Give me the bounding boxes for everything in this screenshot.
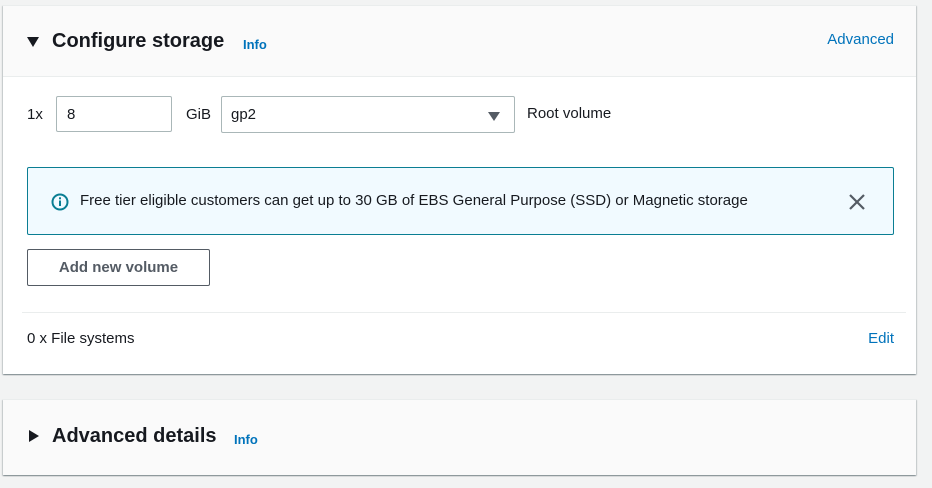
volume-type-select[interactable]: gp2 — [221, 96, 515, 133]
file-systems-label: 0 x File systems — [27, 330, 135, 347]
advanced-details-panel[interactable]: Advanced details Info — [3, 399, 916, 475]
configure-storage-title[interactable]: Configure storage — [52, 30, 224, 53]
caret-down-icon[interactable] — [27, 37, 39, 47]
advanced-details-title[interactable]: Advanced details — [52, 425, 217, 448]
advanced-details-info-link[interactable]: Info — [234, 432, 258, 447]
free-tier-notice-text: Free tier eligible customers can get up … — [80, 192, 748, 209]
chevron-down-icon — [488, 112, 500, 121]
volume-size-input[interactable] — [56, 96, 172, 132]
free-tier-notice: Free tier eligible customers can get up … — [27, 167, 894, 235]
configure-storage-panel: Configure storage Info Advanced 1x GiB g… — [3, 5, 916, 374]
volume-multiplier: 1x — [27, 106, 43, 123]
configure-storage-header[interactable]: Configure storage Info Advanced — [3, 6, 916, 77]
info-circle-icon — [51, 193, 69, 211]
root-volume-label: Root volume — [527, 105, 612, 122]
volume-type-value: gp2 — [231, 106, 257, 123]
advanced-link[interactable]: Advanced — [827, 31, 894, 48]
edit-file-systems-link[interactable]: Edit — [868, 330, 894, 347]
configure-storage-info-link[interactable]: Info — [243, 37, 267, 52]
divider — [22, 312, 906, 313]
caret-right-icon[interactable] — [29, 430, 39, 442]
volume-unit-label: GiB — [186, 106, 212, 123]
add-new-volume-button[interactable]: Add new volume — [27, 249, 210, 286]
close-icon[interactable] — [847, 192, 867, 212]
